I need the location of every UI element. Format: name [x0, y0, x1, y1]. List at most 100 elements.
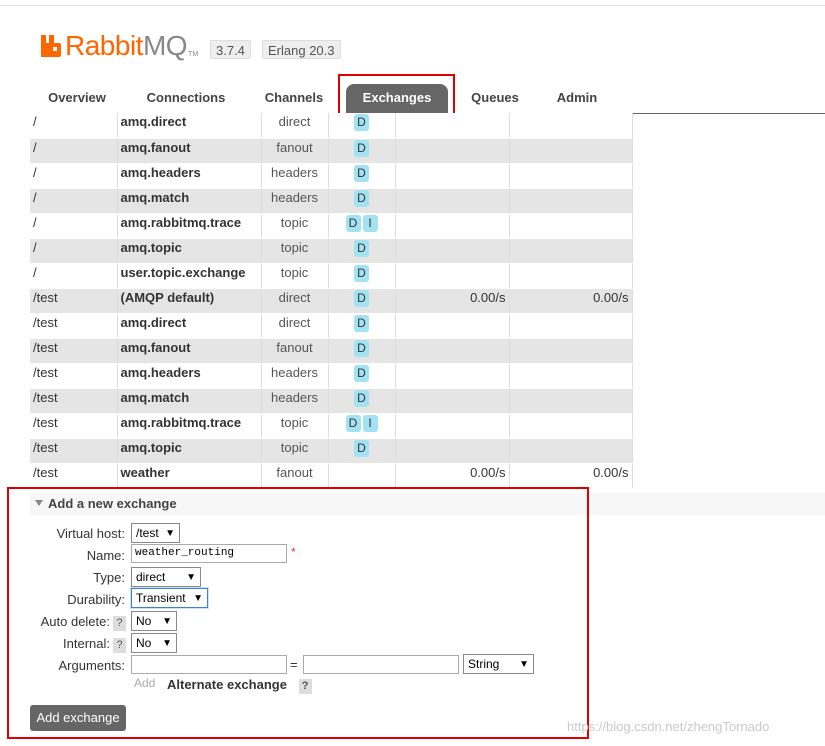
table-row: /test amq.rabbitmq.trace topic D I [30, 413, 633, 439]
exchange-name-link[interactable]: amq.rabbitmq.trace [117, 213, 262, 239]
highlight-box-exchanges-tab [338, 74, 455, 116]
erlang-version-badge: Erlang 20.3 [262, 40, 341, 59]
cell-message-rate-in [395, 263, 510, 289]
exchange-name-link[interactable]: amq.rabbitmq.trace [117, 413, 262, 439]
table-row: / amq.direct direct D [30, 113, 633, 139]
cell-type: direct [261, 288, 329, 314]
highlight-box-add-exchange-form [7, 487, 589, 739]
exchange-name-link[interactable]: amq.topic [117, 438, 262, 464]
tab-overview[interactable]: Overview [30, 82, 124, 114]
cell-message-rate-in [395, 363, 510, 389]
cell-type: fanout [261, 338, 329, 364]
logo-text-rabbit: Rabbit [65, 30, 143, 61]
cell-features: D [328, 288, 396, 314]
exchanges-table: / amq.direct direct D / amq.fanout fanout D / amq… [30, 113, 633, 489]
cell-type: headers [261, 363, 329, 389]
tab-admin[interactable]: Admin [542, 82, 612, 114]
feature-badge: D [345, 414, 361, 432]
exchange-name-link[interactable]: user.topic.exchange [117, 263, 262, 289]
feature-badge: D [354, 339, 369, 357]
feature-badge: D [354, 314, 369, 332]
exchange-name-link[interactable]: amq.fanout [117, 138, 262, 164]
exchange-name-link[interactable]: amq.match [117, 188, 262, 214]
cell-message-rate-in [395, 113, 510, 139]
cell-type: fanout [261, 138, 329, 164]
cell-features: DI [328, 413, 396, 439]
cell-features: D [328, 238, 396, 264]
exchange-name-link[interactable]: amq.headers [117, 163, 262, 189]
feature-badge: D [354, 289, 369, 307]
feature-badge: D [354, 264, 369, 282]
cell-message-rate-out: 0.00/s [509, 463, 633, 489]
cell-type: headers [261, 388, 329, 414]
feature-badge: D [354, 139, 369, 157]
cell-message-rate-out [509, 138, 633, 164]
table-row: / user.topic.exchange topic D [30, 263, 633, 289]
tab-queues[interactable]: Queues [458, 82, 532, 114]
cell-vhost: /test [30, 463, 118, 489]
cell-message-rate-in [395, 138, 510, 164]
cell-features: D [328, 188, 396, 214]
tab-connections[interactable]: Connections [130, 82, 242, 114]
feature-badge: D [354, 189, 369, 207]
table-row: /test amq.headers headers D [30, 363, 633, 389]
cell-features: D [328, 138, 396, 164]
exchange-name-link[interactable]: amq.direct [117, 313, 262, 339]
exchange-name-link[interactable]: amq.fanout [117, 338, 262, 364]
exchange-name-link[interactable]: weather [117, 463, 262, 489]
table-row: /test amq.match headers D [30, 388, 633, 414]
cell-message-rate-in [395, 338, 510, 364]
cell-message-rate-in [395, 313, 510, 339]
feature-badge: I [362, 214, 378, 232]
cell-message-rate-out [509, 263, 633, 289]
cell-vhost: / [30, 163, 118, 189]
cell-vhost: /test [30, 338, 118, 364]
table-row: / amq.headers headers D [30, 163, 633, 189]
cell-vhost: / [30, 113, 118, 139]
cell-message-rate-out [509, 438, 633, 464]
cell-vhost: / [30, 213, 118, 239]
cell-message-rate-in [395, 413, 510, 439]
cell-type: topic [261, 213, 329, 239]
cell-features [328, 463, 396, 489]
cell-features: D [328, 338, 396, 364]
cell-vhost: / [30, 138, 118, 164]
exchange-name-link[interactable]: amq.headers [117, 363, 262, 389]
logo-text-mq: MQ [142, 30, 188, 61]
cell-message-rate-out [509, 313, 633, 339]
rabbitmq-logo[interactable]: RabbitMQ TM [41, 32, 198, 60]
tab-channels[interactable]: Channels [252, 82, 336, 114]
cell-message-rate-in [395, 163, 510, 189]
table-row: / amq.fanout fanout D [30, 138, 633, 164]
version-badge: 3.7.4 [210, 40, 251, 59]
cell-type: topic [261, 263, 329, 289]
cell-vhost: /test [30, 313, 118, 339]
cell-features: D [328, 363, 396, 389]
exchange-name-link[interactable]: amq.match [117, 388, 262, 414]
cell-message-rate-in [395, 238, 510, 264]
cell-vhost: / [30, 263, 118, 289]
watermark: https://blog.csdn.net/zhengTornado [567, 719, 770, 734]
cell-message-rate-in: 0.00/s [395, 463, 510, 489]
cell-features: D [328, 313, 396, 339]
exchange-name-link[interactable]: amq.topic [117, 238, 262, 264]
cell-message-rate-out [509, 238, 633, 264]
feature-badge: D [354, 364, 369, 382]
table-row: /test amq.topic topic D [30, 438, 633, 464]
cell-message-rate-in [395, 213, 510, 239]
cell-type: direct [261, 113, 329, 139]
cell-features: D [328, 388, 396, 414]
cell-type: direct [261, 313, 329, 339]
cell-message-rate-out [509, 338, 633, 364]
cell-vhost: /test [30, 388, 118, 414]
cell-message-rate-in [395, 388, 510, 414]
table-row: /test (AMQP default) direct D 0.00/s 0.00/s [30, 288, 633, 314]
exchange-name-link[interactable]: (AMQP default) [117, 288, 262, 314]
cell-message-rate-in [395, 188, 510, 214]
cell-message-rate-out [509, 363, 633, 389]
table-row: / amq.rabbitmq.trace topic D I [30, 213, 633, 239]
cell-type: headers [261, 188, 329, 214]
cell-type: topic [261, 413, 329, 439]
exchange-name-link[interactable]: amq.direct [117, 113, 262, 139]
feature-badge: I [362, 414, 378, 432]
